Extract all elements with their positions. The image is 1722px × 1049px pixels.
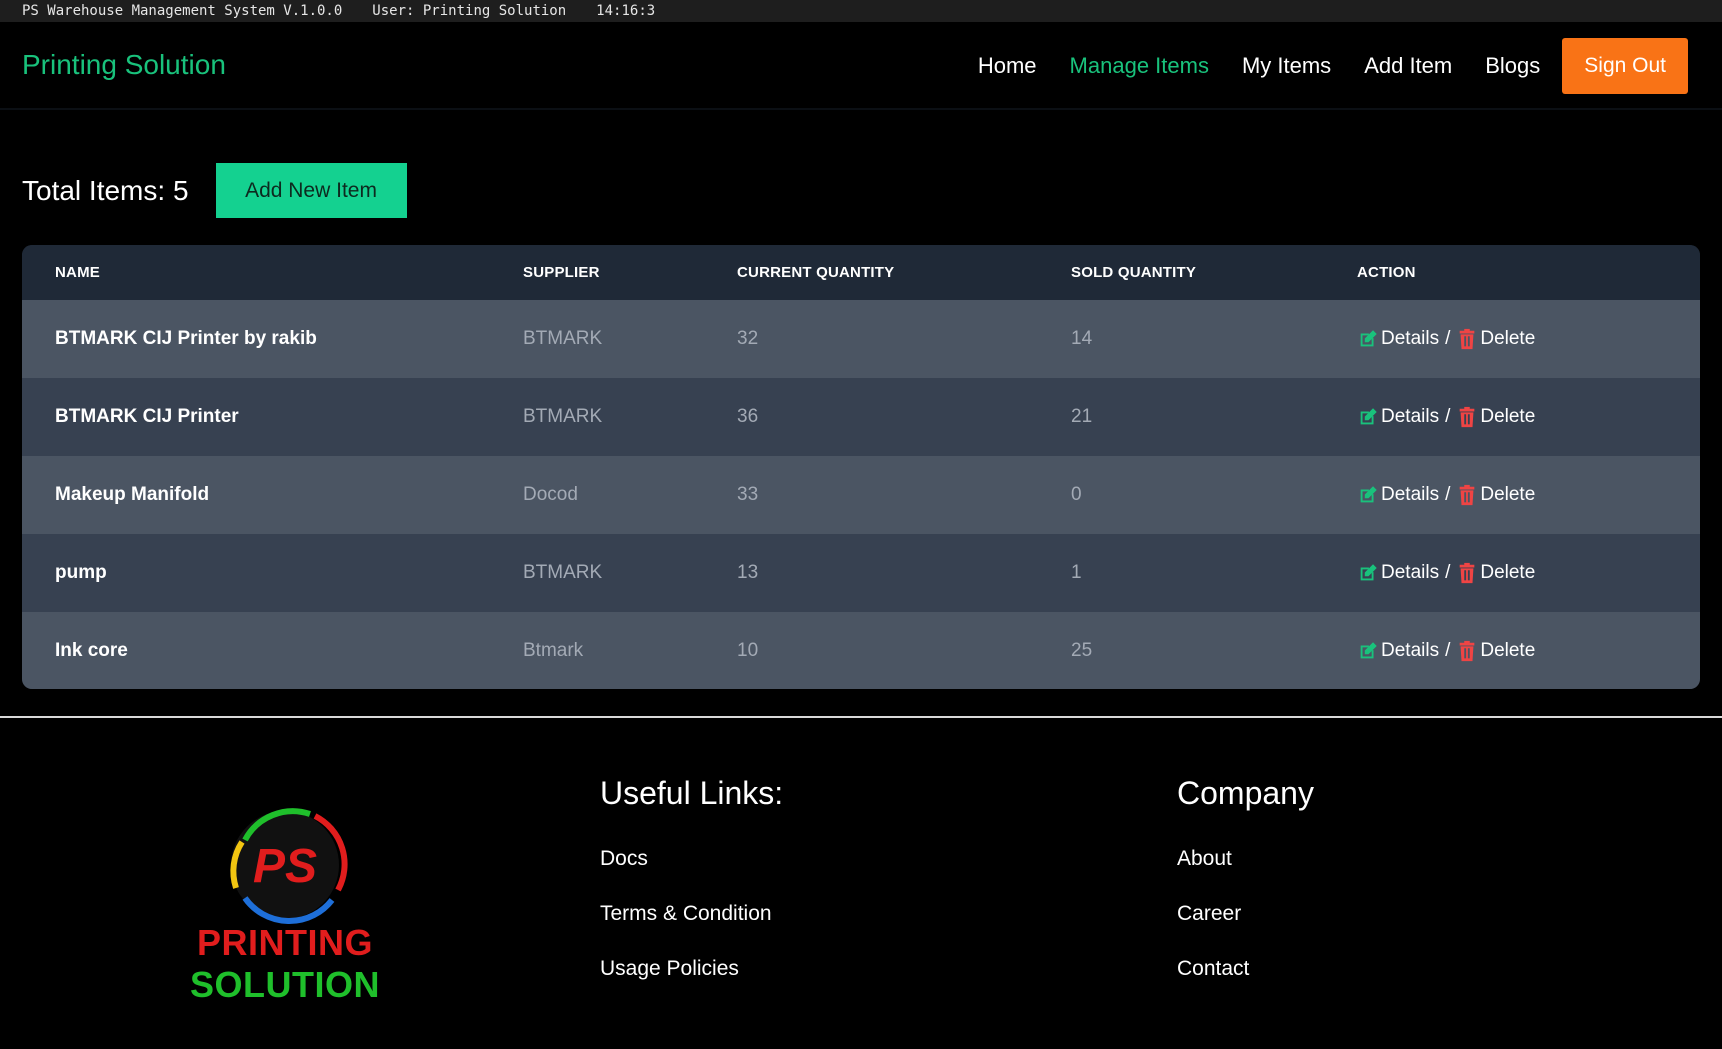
footer-link-usage-policies[interactable]: Usage Policies <box>600 955 783 982</box>
delete-link[interactable]: Delete <box>1456 328 1535 350</box>
logo-wordmark: PRINTING SOLUTION <box>110 922 460 1006</box>
header-name: NAME <box>55 264 100 281</box>
details-link[interactable]: Details <box>1357 562 1439 584</box>
items-table: NAME SUPPLIER CURRENT QUANTITY SOLD QUAN… <box>22 245 1700 689</box>
company-title: Company <box>1177 775 1314 811</box>
details-label: Details <box>1381 328 1440 349</box>
action-separator: / <box>1445 328 1451 349</box>
status-bar: PS Warehouse Management System V.1.0.0 Us… <box>0 0 1722 22</box>
cell-sold-quantity: 14 <box>1071 328 1093 349</box>
cell-sold-quantity: 0 <box>1071 484 1082 505</box>
table-row: Ink core Btmark 10 25 Details / Delete <box>22 612 1700 689</box>
action-separator: / <box>1445 406 1451 427</box>
nav-my-items[interactable]: My Items <box>1242 38 1331 94</box>
items-summary: Total Items: 5 Add New Item <box>22 163 407 218</box>
edit-icon <box>1360 330 1377 347</box>
table-row: BTMARK CIJ Printer by rakib BTMARK 32 14… <box>22 300 1700 378</box>
trash-icon <box>1460 562 1475 584</box>
cell-current-quantity: 32 <box>737 328 759 349</box>
nav-links: Home Manage Items My Items Add Item Blog… <box>945 38 1688 94</box>
delete-label: Delete <box>1480 562 1536 583</box>
useful-links-title: Useful Links: <box>600 775 784 811</box>
delete-label: Delete <box>1480 328 1536 349</box>
header-action: ACTION <box>1357 264 1416 281</box>
cell-actions: Details / Delete <box>1324 562 1535 584</box>
total-items-label: Total Items: 5 <box>22 174 189 206</box>
cell-current-quantity: 13 <box>737 562 759 583</box>
table-header: NAME SUPPLIER CURRENT QUANTITY SOLD QUAN… <box>22 245 1700 300</box>
cell-name: Makeup Manifold <box>55 484 210 505</box>
cell-actions: Details / Delete <box>1324 406 1535 428</box>
logo-mark-text: PS <box>253 840 317 893</box>
logo-word-printing: PRINTING <box>196 922 373 963</box>
delete-link[interactable]: Delete <box>1456 484 1535 506</box>
trash-icon <box>1460 406 1475 428</box>
trash-icon <box>1460 640 1475 662</box>
action-separator: / <box>1445 484 1451 505</box>
cell-sold-quantity: 1 <box>1071 562 1082 583</box>
delete-link[interactable]: Delete <box>1456 406 1535 428</box>
delete-label: Delete <box>1480 406 1536 427</box>
details-label: Details <box>1381 640 1440 661</box>
footer-divider <box>0 716 1722 718</box>
edit-icon <box>1360 486 1377 503</box>
cell-current-quantity: 10 <box>737 640 759 661</box>
sign-out-button[interactable]: Sign Out <box>1562 38 1688 94</box>
nav-blogs[interactable]: Blogs <box>1485 38 1540 94</box>
cell-name: Ink core <box>55 640 128 661</box>
delete-link[interactable]: Delete <box>1456 640 1535 662</box>
details-link[interactable]: Details <box>1357 484 1439 506</box>
ps-logo-mark-icon: PS <box>230 808 348 924</box>
footer-link-about[interactable]: About <box>1177 845 1314 872</box>
cell-name: BTMARK CIJ Printer by rakib <box>55 328 317 349</box>
cell-actions: Details / Delete <box>1324 328 1535 350</box>
cell-sold-quantity: 21 <box>1071 406 1093 427</box>
cell-actions: Details / Delete <box>1324 484 1535 506</box>
cell-sold-quantity: 25 <box>1071 640 1093 661</box>
nav-home[interactable]: Home <box>978 38 1037 94</box>
edit-icon <box>1360 408 1377 425</box>
status-user: User: Printing Solution <box>372 3 567 19</box>
footer-link-docs[interactable]: Docs <box>600 845 783 872</box>
useful-links-section: Useful Links: Docs Terms & Condition Usa… <box>600 772 783 982</box>
edit-icon <box>1360 642 1377 659</box>
cell-current-quantity: 36 <box>737 406 759 427</box>
footer-link-career[interactable]: Career <box>1177 900 1314 927</box>
trash-icon <box>1460 328 1475 350</box>
nav-manage-items[interactable]: Manage Items <box>1070 38 1209 94</box>
table-row: pump BTMARK 13 1 Details / Delete <box>22 534 1700 612</box>
footer-link-contact[interactable]: Contact <box>1177 955 1314 982</box>
status-time: 14:16:3 <box>596 3 656 19</box>
header-current-quantity: CURRENT QUANTITY <box>737 264 895 281</box>
table-row: Makeup Manifold Docod 33 0 Details / Del… <box>22 456 1700 534</box>
table-row: BTMARK CIJ Printer BTMARK 36 21 Details … <box>22 378 1700 456</box>
details-link[interactable]: Details <box>1357 406 1439 428</box>
edit-icon <box>1360 564 1377 581</box>
trash-icon <box>1460 484 1475 506</box>
nav-add-item[interactable]: Add Item <box>1364 38 1452 94</box>
cell-actions: Details / Delete <box>1324 640 1535 662</box>
cell-name: pump <box>55 562 107 583</box>
delete-label: Delete <box>1480 640 1536 661</box>
details-link[interactable]: Details <box>1357 328 1439 350</box>
brand-link[interactable]: Printing Solution <box>22 46 226 84</box>
delete-label: Delete <box>1480 484 1536 505</box>
footer-link-terms[interactable]: Terms & Condition <box>600 900 783 927</box>
company-section: Company About Career Contact <box>1177 772 1314 982</box>
navbar: Printing Solution Home Manage Items My I… <box>0 22 1722 110</box>
action-separator: / <box>1445 640 1451 661</box>
cell-current-quantity: 33 <box>737 484 759 505</box>
details-label: Details <box>1381 562 1440 583</box>
delete-link[interactable]: Delete <box>1456 562 1535 584</box>
add-new-item-button[interactable]: Add New Item <box>215 163 407 218</box>
action-separator: / <box>1445 562 1451 583</box>
details-label: Details <box>1381 484 1440 505</box>
cell-name: BTMARK CIJ Printer <box>55 406 239 427</box>
details-link[interactable]: Details <box>1357 640 1439 662</box>
header-sold-quantity: SOLD QUANTITY <box>1071 264 1197 281</box>
status-app-name: PS Warehouse Management System V.1.0.0 <box>22 3 343 19</box>
logo-word-solution: SOLUTION <box>190 964 380 1005</box>
details-label: Details <box>1381 406 1440 427</box>
footer-logo: PS PRINTING SOLUTION <box>110 800 460 1005</box>
